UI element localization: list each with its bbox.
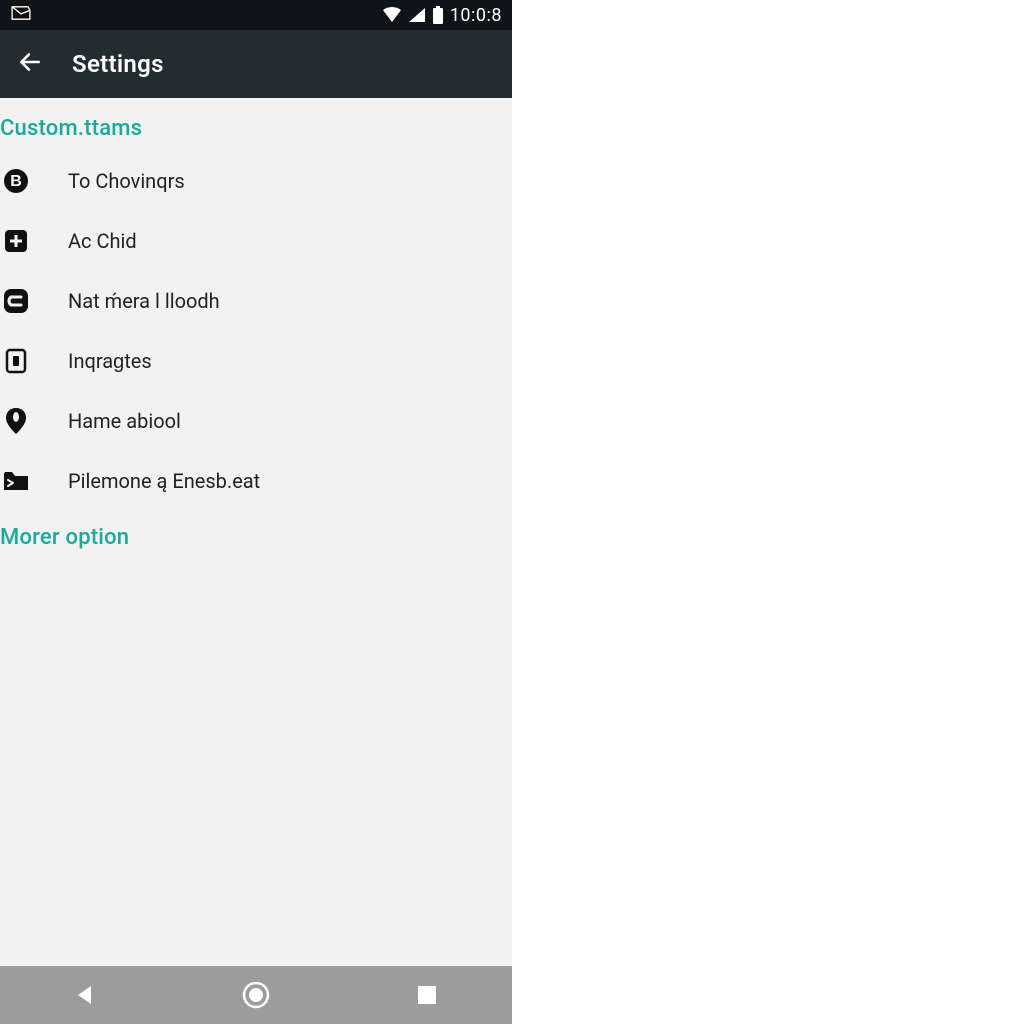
right-blank-panel (512, 0, 1024, 1024)
settings-item-pilemone[interactable]: Pilemone ą Enesb.eat (0, 451, 512, 511)
pin-icon (2, 407, 30, 435)
square-recents-icon (416, 984, 438, 1006)
back-button[interactable] (14, 48, 46, 80)
settings-item-label: Inqraɡtes (68, 349, 152, 374)
nav-recents-button[interactable] (347, 966, 507, 1024)
settings-item-label: Ac Chid (68, 229, 137, 253)
wifi-icon (382, 7, 402, 23)
svg-text:B: B (10, 173, 22, 190)
settings-item-label: Pilemone ą Enesb.eat (68, 469, 260, 493)
settings-item-label: Hame abiool (68, 409, 181, 433)
section-title-more: Morer option (0, 511, 512, 560)
settings-item-inqragtes[interactable]: Inqraɡtes (0, 331, 512, 391)
page-icon (2, 347, 30, 375)
nav-home-button[interactable] (176, 966, 336, 1024)
signal-icon (408, 7, 426, 23)
settings-item-label: To Chovinqrs (68, 169, 185, 193)
nav-back-button[interactable] (5, 966, 165, 1024)
terminal-folder-icon (2, 467, 30, 495)
triangle-back-icon (73, 983, 97, 1007)
settings-item-acchid[interactable]: Ac Chid (0, 211, 512, 271)
rounded-e-icon (2, 287, 30, 315)
b-circle-icon: B (2, 167, 30, 195)
plus-square-icon (2, 227, 30, 255)
status-clock: 10:0:8 (450, 5, 502, 26)
settings-item-natmera[interactable]: Nat ḿera l lloodh (0, 271, 512, 331)
phone-screen: 10:0:8 Settings Custom.ttams B (0, 0, 512, 1024)
app-bar-title: Settings (72, 50, 164, 78)
settings-content: Custom.ttams B To Chovinqrs Ac (0, 98, 512, 966)
back-arrow-icon (17, 49, 43, 79)
circle-home-icon (242, 981, 270, 1009)
section-title-custom: Custom.ttams (0, 102, 512, 151)
settings-item-hameabiool[interactable]: Hame abiool (0, 391, 512, 451)
navigation-bar (0, 966, 512, 1024)
status-bar: 10:0:8 (0, 0, 512, 30)
mail-icon (10, 5, 32, 26)
battery-icon (432, 6, 444, 24)
settings-item-chovinqrs[interactable]: B To Chovinqrs (0, 151, 512, 211)
app-bar: Settings (0, 30, 512, 98)
settings-item-label: Nat ḿera l lloodh (68, 289, 220, 313)
